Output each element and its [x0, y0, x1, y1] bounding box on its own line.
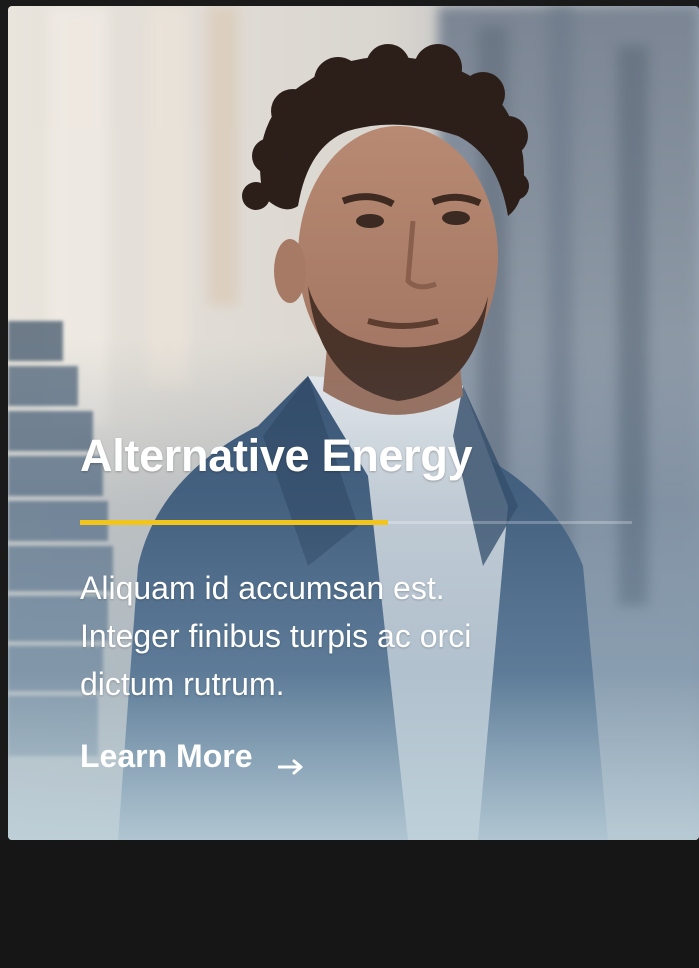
divider-accent-bar	[80, 520, 388, 525]
feature-card[interactable]: Alternative Energy Aliquam id accumsan e…	[8, 6, 699, 840]
learn-more-link[interactable]: Learn More	[80, 736, 304, 776]
learn-more-label: Learn More	[80, 738, 253, 774]
footer-band	[0, 840, 699, 968]
arrow-right-icon	[277, 746, 304, 775]
card-content: Alternative Energy Aliquam id accumsan e…	[80, 426, 632, 776]
page: Alternative Energy Aliquam id accumsan e…	[0, 0, 699, 968]
card-title: Alternative Energy	[80, 430, 473, 481]
card-description: Aliquam id accumsan est. Integer finibus…	[80, 570, 472, 702]
title-divider	[80, 520, 632, 525]
